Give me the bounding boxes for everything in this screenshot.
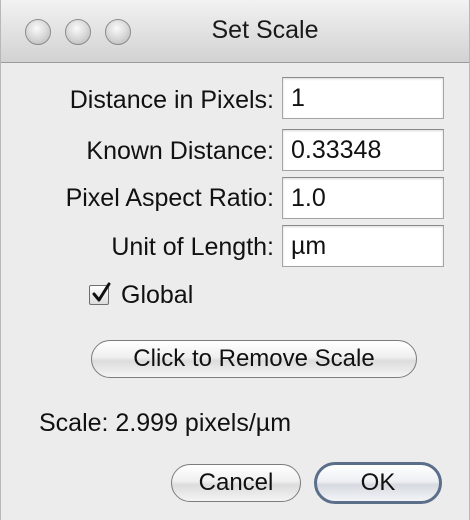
unit-of-length-label: Unit of Length: xyxy=(111,233,274,261)
unit-of-length-field[interactable]: µm xyxy=(282,225,444,267)
global-checkbox[interactable] xyxy=(89,282,111,305)
window-title: Set Scale xyxy=(211,16,319,44)
remove-scale-button[interactable]: Click to Remove Scale xyxy=(91,340,417,378)
ok-button[interactable]: OK xyxy=(314,462,442,504)
scale-status-text: Scale: 2.999 pixels/µm xyxy=(39,409,292,437)
distance-in-pixels-label: Distance in Pixels: xyxy=(69,86,274,114)
cancel-button[interactable]: Cancel xyxy=(171,464,301,502)
pixel-aspect-ratio-label: Pixel Aspect Ratio: xyxy=(65,184,274,212)
known-distance-field[interactable]: 0.33348 xyxy=(282,129,444,171)
checkmark-icon xyxy=(92,282,111,302)
pixel-aspect-ratio-field[interactable]: 1.0 xyxy=(282,177,444,219)
global-label: Global xyxy=(121,281,194,309)
distance-in-pixels-field[interactable]: 1 xyxy=(282,77,444,119)
known-distance-label: Known Distance: xyxy=(86,137,274,165)
set-scale-dialog: Set Scale Distance in Pixels: 1 Known Di… xyxy=(0,0,470,520)
title-bar[interactable]: Set Scale xyxy=(1,0,469,63)
